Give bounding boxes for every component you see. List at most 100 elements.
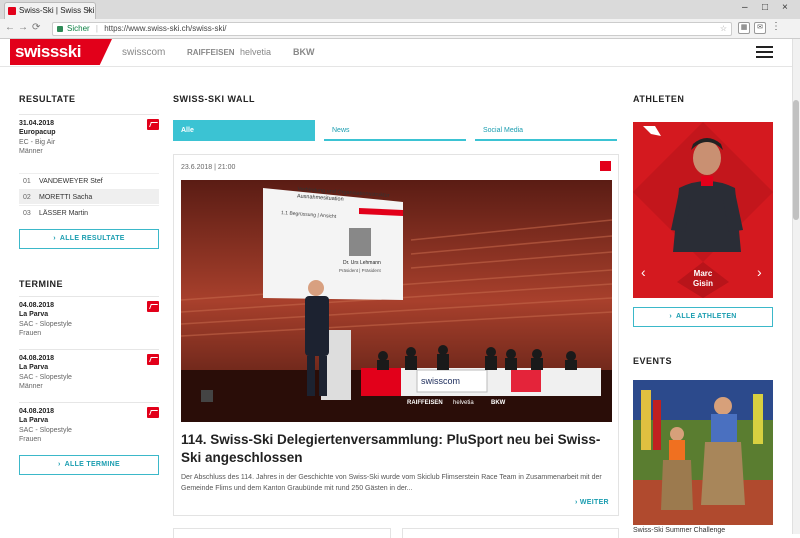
favicon-icon [8,7,16,15]
tab-social-media[interactable]: Social Media [475,120,617,141]
athlete-last-name: Gisin [692,279,713,288]
wall-heading: SWISS-SKI WALL [173,94,255,104]
rank-number: 01 [23,178,31,185]
ranking-row[interactable]: 01 VANDEWEYER Stef [19,173,159,188]
termin-date: 04.08.2018 [19,408,55,415]
all-athletes-button[interactable]: › ALLE ATHLETEN [633,307,773,327]
swiss-ski-flag-icon [147,354,159,365]
secure-label: Sicher [67,24,90,33]
rank-number: 02 [23,194,31,201]
back-icon[interactable]: ← [5,22,15,33]
termin-entry[interactable]: 04.08.2018 La Parva SAC - Slopestyle Män… [19,349,159,401]
forward-icon[interactable]: → [18,22,28,33]
all-termine-button[interactable]: › ALLE TERMINE [19,455,159,475]
rank-athlete: MORETTI Sacha [39,194,93,201]
banner-swisscom: swisscom [421,376,461,386]
tab-alle[interactable]: Alle [173,120,315,141]
read-more-label: WEITER [579,499,609,506]
termin-category: Frauen [19,436,42,443]
url-text: https://www.swiss-ski.ch/swiss-ski/ [104,24,227,33]
next-card[interactable] [402,528,619,538]
menu-dots-icon[interactable]: ⋮ [770,22,782,34]
all-termine-label: ALLE TERMINE [64,461,120,468]
tab-title: Swiss-Ski | Swiss Ski [19,6,95,15]
site-header: swissski [0,39,792,67]
all-results-label: ALLE RESULTATE [59,235,125,242]
browser-tab[interactable]: Swiss-Ski | Swiss Ski × [4,2,96,19]
sponsor-raiffeisen[interactable]: RAIFFEISEN [187,48,235,57]
banner-helvetia: helvetia [453,400,474,406]
termin-location: La Parva [19,311,49,318]
termin-discipline: SAC - Slopestyle [19,321,72,328]
close-window-icon[interactable]: × [782,2,788,13]
tab-close-icon[interactable]: × [86,3,91,18]
termin-discipline: SAC - Slopestyle [19,427,72,434]
banner-raiffeisen: RAIFFEISEN [407,400,443,406]
result-name: Europacup [19,129,56,136]
athletes-heading: ATHLETEN [633,94,685,104]
maximize-icon[interactable]: □ [762,2,768,13]
banner-bkw: BKW [491,400,506,406]
termin-entry[interactable]: 04.08.2018 La Parva SAC - Slopestyle Fra… [19,402,159,454]
ranking-row[interactable]: 02 MORETTI Sacha [19,189,159,204]
termin-entry[interactable]: 04.08.2018 La Parva SAC - Slopestyle Fra… [19,296,159,348]
athlete-first-name: Marc [693,269,713,278]
bookmark-star-icon[interactable]: ☆ [720,23,727,35]
swiss-ski-flag-icon [147,407,159,418]
termin-location: La Parva [19,364,49,371]
chevron-right-icon: › [669,313,672,320]
termine-heading: TERMINE [19,279,63,289]
sponsor-bkw[interactable]: BKW [293,47,315,57]
speaker-name: Dr. Urs Lehmann [343,260,381,266]
extension-icon[interactable]: ▦ [738,22,750,34]
termin-location: La Parva [19,417,49,424]
termin-discipline: SAC - Slopestyle [19,374,72,381]
athlete-card[interactable]: ‹ › Marc Gisin [633,122,773,298]
rank-number: 03 [23,210,31,217]
address-bar[interactable]: Sicher | https://www.swiss-ski.ch/swiss-… [52,22,732,36]
swiss-ski-news-icon [600,161,611,171]
sponsor-helvetia[interactable]: helvetia [240,47,271,57]
reload-icon[interactable]: ⟳ [32,22,40,33]
assembly-photo-illustration [181,180,612,422]
termin-category: Männer [19,383,43,390]
next-card[interactable] [173,528,391,538]
swiss-ski-logo[interactable]: swissski [10,39,112,65]
rank-athlete: LÄSSER Martin [39,210,89,217]
address-separator: | [95,24,98,33]
all-results-button[interactable]: › ALLE RESULTATE [19,229,159,249]
termin-date: 04.08.2018 [19,355,55,362]
news-photo[interactable]: Verbindung und Organisationsstruktur Aus… [181,180,612,422]
hamburger-menu-icon[interactable] [756,46,773,59]
sponsor-swisscom[interactable]: swisscom [122,47,165,58]
speaker-role: Präsident | Präsident [339,268,381,273]
minimize-icon[interactable]: – [742,2,748,13]
card-timestamp: 23.6.2018 | 21:00 [181,164,236,171]
chevron-right-icon: › [53,235,56,242]
event-photo[interactable] [633,380,773,525]
result-date: 31.04.2018 [19,120,55,127]
result-entry[interactable]: 31.04.2018 Europacup EC - Big Air Männer [19,114,159,164]
rank-athlete: VANDEWEYER Stef [39,178,103,185]
read-more-link[interactable]: › WEITER [575,499,609,506]
tab-news[interactable]: News [324,120,466,141]
scrollbar-thumb[interactable] [793,100,799,220]
card-excerpt: Der Abschluss des 114. Jahres in der Ges… [181,474,602,492]
event-caption[interactable]: Swiss-Ski Summer Challenge [633,527,725,534]
lock-icon [57,26,63,32]
termin-date: 04.08.2018 [19,302,55,309]
browser-tabbar [0,0,800,19]
all-athletes-label: ALLE ATHLETEN [675,313,737,320]
card-headline[interactable]: 114. Swiss-Ski Delegiertenversammlung: P… [181,431,611,467]
results-heading: RESULTATE [19,94,76,104]
events-heading: EVENTS [633,356,673,366]
termin-category: Frauen [19,330,42,337]
swiss-ski-flag-icon [147,301,159,312]
extension-icon[interactable]: ✉ [754,22,766,34]
sack-race-illustration [633,380,773,525]
chevron-right-icon: › [58,461,61,468]
ranking-row[interactable]: 03 LÄSSER Martin [19,205,159,220]
swiss-ski-flag-icon [147,119,159,130]
result-discipline: EC - Big Air [19,139,56,146]
result-category: Männer [19,148,43,155]
